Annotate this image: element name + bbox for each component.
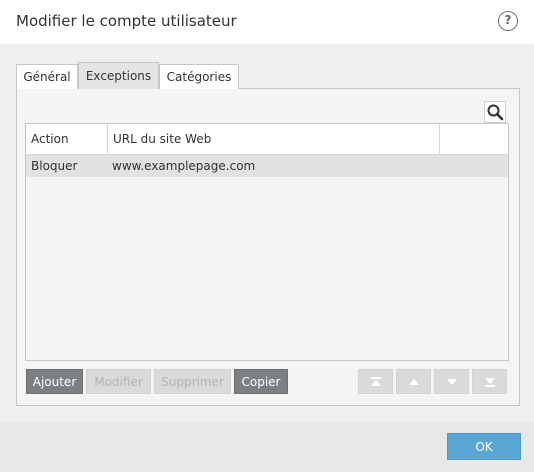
move-to-top-button[interactable] — [358, 369, 393, 394]
search-icon — [487, 104, 504, 121]
table-row[interactable]: Bloquer www.examplepage.com — [26, 155, 508, 177]
tab-categories[interactable]: Catégories — [159, 64, 239, 89]
copy-button[interactable]: Copier — [234, 369, 288, 394]
dialog-title: Modifier le compte utilisateur — [16, 12, 237, 30]
delete-button[interactable]: Supprimer — [154, 369, 231, 394]
move-bottom-icon — [485, 378, 495, 387]
cell-action: Bloquer — [31, 159, 78, 173]
move-top-icon — [371, 377, 381, 386]
dialog-header: Modifier le compte utilisateur ? — [0, 0, 534, 44]
tab-general[interactable]: Général — [16, 64, 78, 89]
ok-button[interactable]: OK — [447, 433, 521, 460]
add-button[interactable]: Ajouter — [26, 369, 83, 394]
arrow-up-icon — [409, 379, 419, 385]
table-header: Action URL du site Web — [26, 124, 508, 155]
move-down-button[interactable] — [434, 369, 469, 394]
arrow-down-icon — [447, 379, 457, 385]
search-button[interactable] — [484, 101, 506, 123]
edit-button[interactable]: Modifier — [86, 369, 151, 394]
move-up-button[interactable] — [396, 369, 431, 394]
move-to-bottom-button[interactable] — [472, 369, 507, 394]
exceptions-table: Action URL du site Web Bloquer www.examp… — [25, 123, 509, 361]
tab-exceptions[interactable]: Exceptions — [78, 62, 159, 89]
help-icon[interactable]: ? — [498, 11, 518, 31]
column-header-url[interactable]: URL du site Web — [108, 124, 440, 154]
column-header-action[interactable]: Action — [26, 124, 108, 154]
cell-url: www.examplepage.com — [112, 159, 256, 173]
dialog: Modifier le compte utilisateur ? Général… — [0, 0, 534, 472]
